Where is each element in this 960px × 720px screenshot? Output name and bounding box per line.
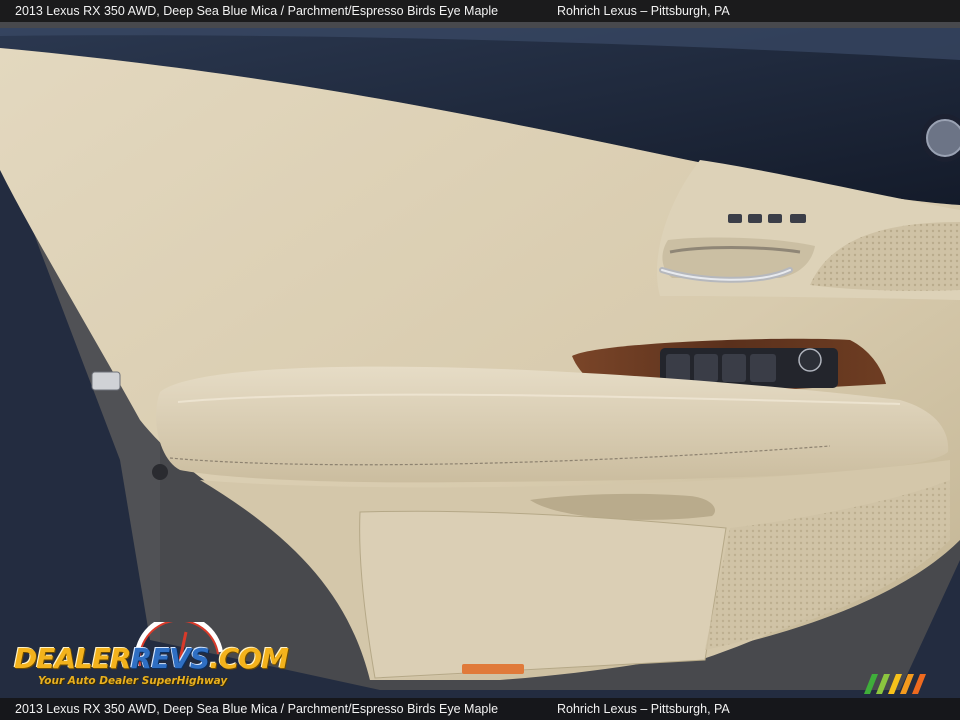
caption-bar-top: 2013 Lexus RX 350 AWD, Deep Sea Blue Mic… xyxy=(0,0,960,22)
logo-word-com: .COM xyxy=(209,642,289,675)
dealerrevs-logo: DEALERREVS.COM Your Auto Dealer SuperHig… xyxy=(10,622,289,694)
caption-bar-bottom: 2013 Lexus RX 350 AWD, Deep Sea Blue Mic… xyxy=(0,698,960,720)
vehicle-caption-bottom: 2013 Lexus RX 350 AWD, Deep Sea Blue Mic… xyxy=(15,702,499,716)
brand-stripes-icon xyxy=(864,674,926,694)
logo-word-revs: REVS xyxy=(130,642,211,675)
vehicle-caption: 2013 Lexus RX 350 AWD, Deep Sea Blue Mic… xyxy=(15,4,499,18)
dealer-caption: Rohrich Lexus – Pittsburgh, PA xyxy=(557,4,730,18)
logo-tagline: Your Auto Dealer SuperHighway xyxy=(38,675,228,687)
logo-wordmark: DEALERREVS.COM xyxy=(14,642,289,675)
logo-word-dealer: DEALER xyxy=(14,642,132,675)
dealer-caption-bottom: Rohrich Lexus – Pittsburgh, PA xyxy=(557,702,730,716)
door-panel-photo xyxy=(0,0,960,720)
